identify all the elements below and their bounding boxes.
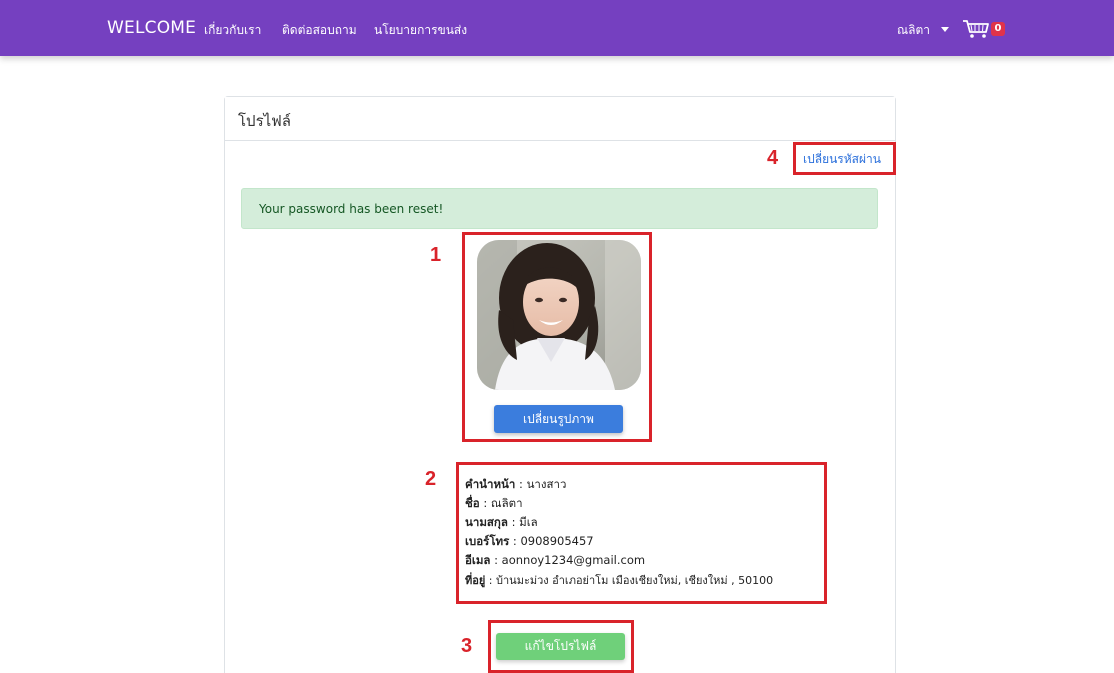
success-alert: Your password has been reset! xyxy=(241,188,878,229)
edit-profile-button[interactable]: แก้ไขโปรไฟล์ xyxy=(496,633,625,660)
annotation-number-3: 3 xyxy=(461,635,473,657)
cart-icon[interactable] xyxy=(962,19,990,39)
cart-count-badge[interactable]: 0 xyxy=(991,22,1005,36)
field-phone: เบอร์โทร : 0908905457 xyxy=(465,534,594,548)
change-password-link[interactable]: เปลี่ยนรหัสผ่าน xyxy=(803,150,881,169)
brand-logo[interactable]: WELCOME xyxy=(107,18,196,38)
field-value: aonnoy1234@gmail.com xyxy=(501,553,646,567)
field-label: ชื่อ xyxy=(465,496,480,510)
nav-link-shipping[interactable]: นโยบายการขนส่ง xyxy=(374,21,467,40)
field-label: เบอร์โทร xyxy=(465,534,510,548)
profile-photo xyxy=(477,240,641,390)
field-label: คำนำหน้า xyxy=(465,477,516,491)
nav-link-contact[interactable]: ติดต่อสอบถาม xyxy=(282,21,357,40)
field-first-name: ชื่อ : ณลิตา xyxy=(465,496,523,510)
user-menu[interactable]: ณลิตา xyxy=(897,21,930,40)
change-image-button[interactable]: เปลี่ยนรูปภาพ xyxy=(494,405,623,433)
annotation-number-2: 2 xyxy=(425,468,437,490)
annotation-number-1: 1 xyxy=(430,244,442,266)
card-header: โปรไฟล์ xyxy=(225,97,895,141)
nav-link-about[interactable]: เกี่ยวกับเรา xyxy=(204,21,261,40)
top-navbar: WELCOME เกี่ยวกับเรา ติดต่อสอบถาม นโยบาย… xyxy=(0,0,1114,56)
field-value: นางสาว xyxy=(526,477,567,491)
field-value: 0908905457 xyxy=(520,534,594,548)
field-label: อีเมล xyxy=(465,553,491,567)
field-last-name: นามสกุล : มีเล xyxy=(465,515,538,529)
field-value: บ้านมะม่วง อำเภอย่าโม เมืองเชียงใหม่, เช… xyxy=(496,574,774,587)
field-value: มีเล xyxy=(519,515,538,529)
alert-message: Your password has been reset! xyxy=(259,202,444,216)
field-label: นามสกุล xyxy=(465,515,508,529)
field-email: อีเมล : aonnoy1234@gmail.com xyxy=(465,553,646,567)
page-title: โปรไฟล์ xyxy=(238,112,291,130)
field-prefix: คำนำหน้า : นางสาว xyxy=(465,477,567,491)
field-value: ณลิตา xyxy=(490,496,523,510)
field-label: ที่อยู่ xyxy=(465,574,486,587)
annotation-number-4: 4 xyxy=(767,147,779,169)
caret-down-icon[interactable] xyxy=(941,27,949,32)
field-address: ที่อยู่ : บ้านมะม่วง อำเภอย่าโม เมืองเชี… xyxy=(465,574,774,587)
